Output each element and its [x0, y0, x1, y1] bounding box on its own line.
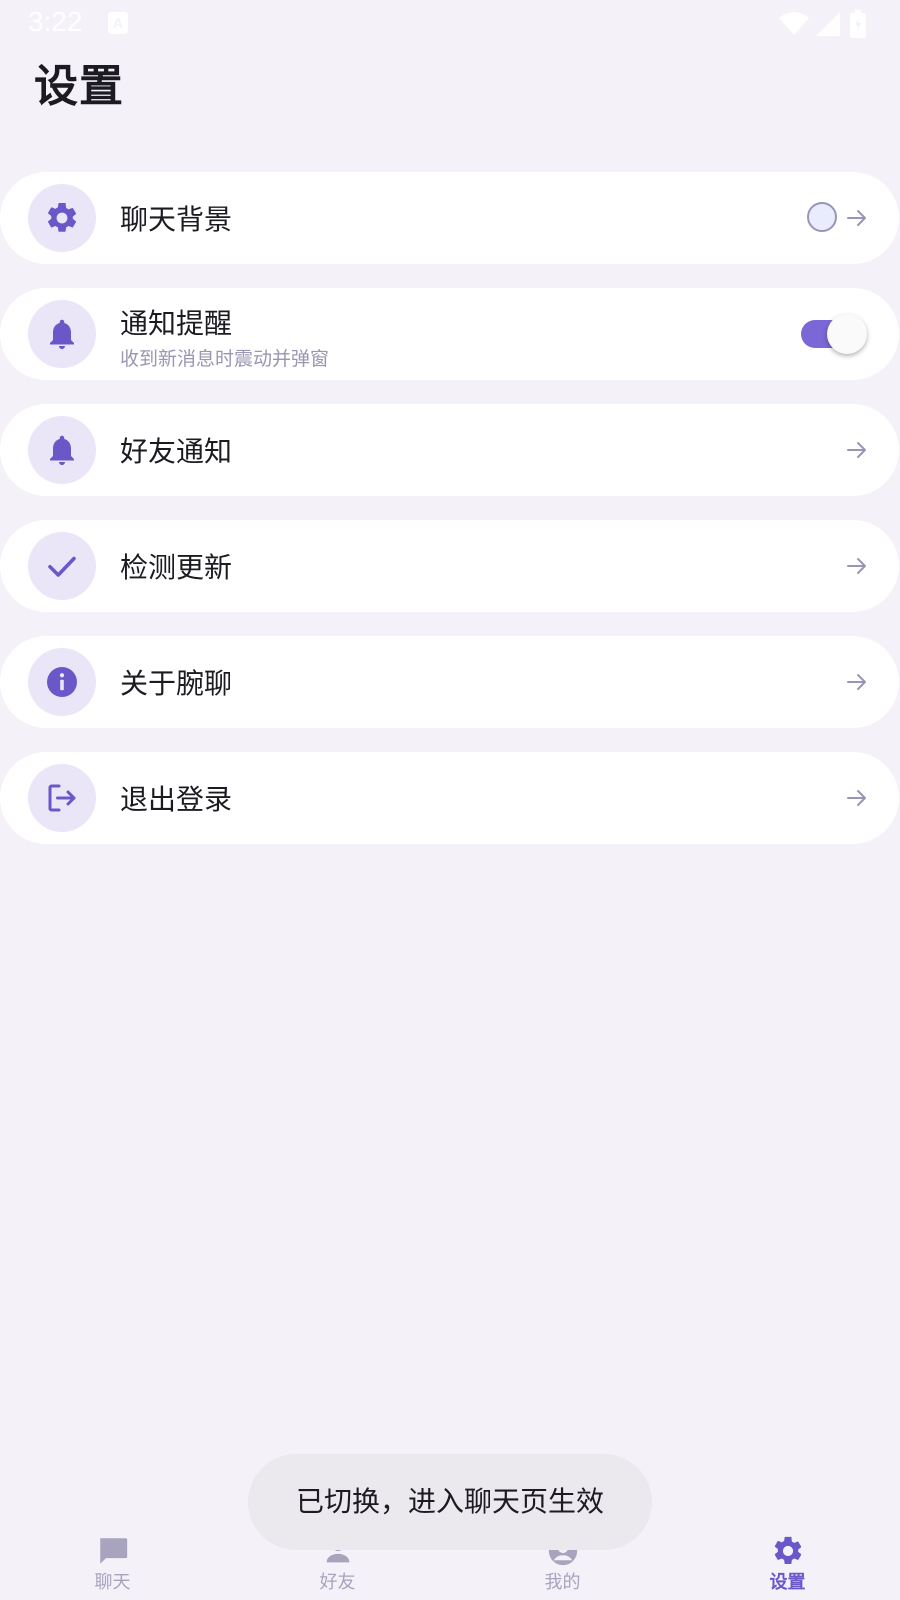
bell-icon [50, 435, 74, 465]
gear-icon [774, 1536, 802, 1565]
info-icon [47, 667, 77, 697]
settings-item-check-update[interactable]: 检测更新 [0, 520, 899, 612]
settings-item-label: 关于腕聊 [120, 667, 233, 700]
toast-message: 已切换，进入聊天页生效 [248, 1454, 652, 1550]
status-time: 3:22 [28, 6, 83, 37]
bell-icon [50, 319, 74, 349]
status-icons [778, 10, 878, 38]
nav-item-chat[interactable]: 聊天 [0, 1520, 225, 1600]
status-bar: 3:22 A [0, 0, 900, 48]
nav-label: 我的 [544, 1572, 581, 1593]
settings-item-label: 退出登录 [120, 783, 233, 816]
signal-icon [816, 12, 840, 36]
settings-item-label: 聊天背景 [120, 203, 233, 236]
settings-item-label: 检测更新 [120, 551, 233, 584]
notification-toggle[interactable] [801, 314, 867, 354]
arrow-right-icon [847, 790, 866, 806]
arrow-right-icon [847, 442, 866, 458]
settings-item-sublabel: 收到新消息时震动并弹窗 [120, 348, 330, 370]
gear-icon [48, 202, 77, 232]
arrow-right-icon [847, 558, 866, 574]
nav-item-settings[interactable]: 设置 [675, 1520, 900, 1600]
settings-item-chat-background[interactable]: 聊天背景 [0, 172, 899, 264]
notification-a-icon: A [108, 12, 128, 34]
icon-circle [28, 416, 96, 484]
icon-circle [28, 532, 96, 600]
settings-item-about[interactable]: 关于腕聊 [0, 636, 899, 728]
toggle-thumb [827, 314, 867, 354]
check-icon [48, 556, 76, 577]
settings-item-logout[interactable]: 退出登录 [0, 752, 899, 844]
color-swatch[interactable] [807, 202, 837, 232]
nav-label: 聊天 [94, 1572, 131, 1593]
icon-circle [28, 300, 96, 368]
wifi-icon [779, 12, 809, 35]
arrow-right-icon [847, 210, 866, 226]
settings-item-notification[interactable]: 通知提醒 收到新消息时震动并弹窗 [0, 288, 899, 380]
battery-icon [850, 10, 866, 38]
icon-circle [28, 184, 96, 252]
icon-circle [28, 764, 96, 832]
nav-label: 设置 [769, 1572, 806, 1593]
nav-label: 好友 [319, 1572, 356, 1593]
page-title: 设置 [34, 61, 124, 112]
chat-icon [100, 1538, 128, 1564]
icon-circle [28, 648, 96, 716]
settings-item-label: 通知提醒 [120, 307, 233, 340]
arrow-right-icon [847, 674, 866, 690]
settings-item-label: 好友通知 [120, 435, 233, 468]
logout-icon [48, 784, 76, 812]
settings-item-friend-notification[interactable]: 好友通知 [0, 404, 899, 496]
